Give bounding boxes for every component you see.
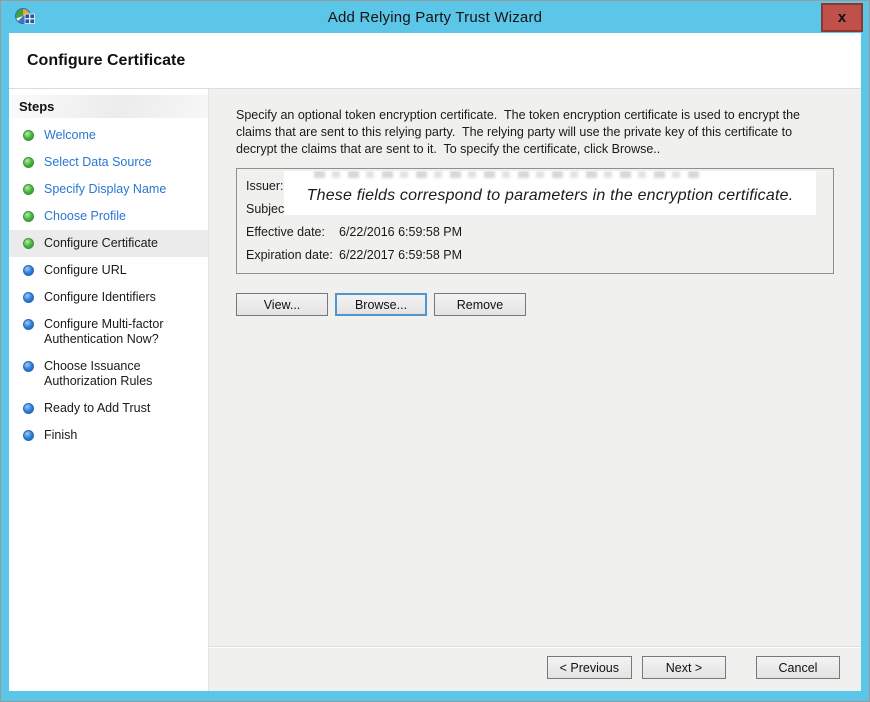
description-text: Specify an optional token encryption cer… [236, 107, 836, 158]
step-completed-icon [23, 130, 34, 141]
step-completed-icon [23, 238, 34, 249]
step-pending-icon [23, 361, 34, 372]
wizard-window: Add Relying Party Trust Wizard x Configu… [0, 0, 870, 702]
step-select-data-source[interactable]: Select Data Source [9, 149, 208, 176]
steps-heading: Steps [9, 95, 208, 118]
annotation-overlay: These fields correspond to parameters in… [284, 171, 816, 215]
remove-button[interactable]: Remove [434, 293, 526, 316]
step-completed-icon [23, 157, 34, 168]
step-pending-icon [23, 265, 34, 276]
close-button[interactable]: x [821, 3, 863, 32]
step-choose-profile[interactable]: Choose Profile [9, 203, 208, 230]
browse-button[interactable]: Browse... [335, 293, 427, 316]
step-pending-icon [23, 403, 34, 414]
step-pending-icon [23, 319, 34, 330]
window-body: Configure Certificate Steps Welcome Sele… [9, 33, 861, 691]
adfs-app-icon [14, 6, 36, 28]
annotation-text: These fields correspond to parameters in… [307, 181, 794, 205]
step-configure-mfa: Configure Multi-factor Authentication No… [9, 311, 208, 353]
next-button[interactable]: Next > [642, 656, 726, 679]
step-ready-to-add-trust: Ready to Add Trust [9, 395, 208, 422]
steps-sidebar: Steps Welcome Select Data Source Specify… [9, 89, 209, 691]
footer-bar: < Previous Next > Cancel [209, 647, 861, 691]
titlebar: Add Relying Party Trust Wizard x [1, 1, 869, 33]
obscured-text-remnant [314, 171, 704, 178]
certificate-actions: View... Browse... Remove [236, 293, 836, 316]
step-configure-certificate[interactable]: Configure Certificate [9, 230, 208, 257]
previous-button[interactable]: < Previous [547, 656, 632, 679]
steps-list: Welcome Select Data Source Specify Displ… [9, 122, 208, 449]
certificate-details-box: Issuer: Subject: Effective date: 6/22/20… [236, 168, 834, 274]
step-completed-icon [23, 211, 34, 222]
content-pane: Specify an optional token encryption cer… [209, 89, 861, 691]
step-specify-display-name[interactable]: Specify Display Name [9, 176, 208, 203]
step-pending-icon [23, 292, 34, 303]
view-button[interactable]: View... [236, 293, 328, 316]
step-pending-icon [23, 430, 34, 441]
step-configure-url: Configure URL [9, 257, 208, 284]
window-title: Add Relying Party Trust Wizard [1, 9, 869, 26]
page-title: Configure Certificate [27, 52, 185, 70]
step-welcome[interactable]: Welcome [9, 122, 208, 149]
cert-field-effective-date: Effective date: 6/22/2016 6:59:58 PM [246, 220, 823, 243]
step-completed-icon [23, 184, 34, 195]
page-header: Configure Certificate [9, 33, 861, 89]
cert-field-expiration-date: Expiration date: 6/22/2017 6:59:58 PM [246, 243, 823, 266]
cancel-button[interactable]: Cancel [756, 656, 840, 679]
step-configure-identifiers: Configure Identifiers [9, 284, 208, 311]
step-finish: Finish [9, 422, 208, 449]
step-choose-issuance-rules: Choose Issuance Authorization Rules [9, 353, 208, 395]
